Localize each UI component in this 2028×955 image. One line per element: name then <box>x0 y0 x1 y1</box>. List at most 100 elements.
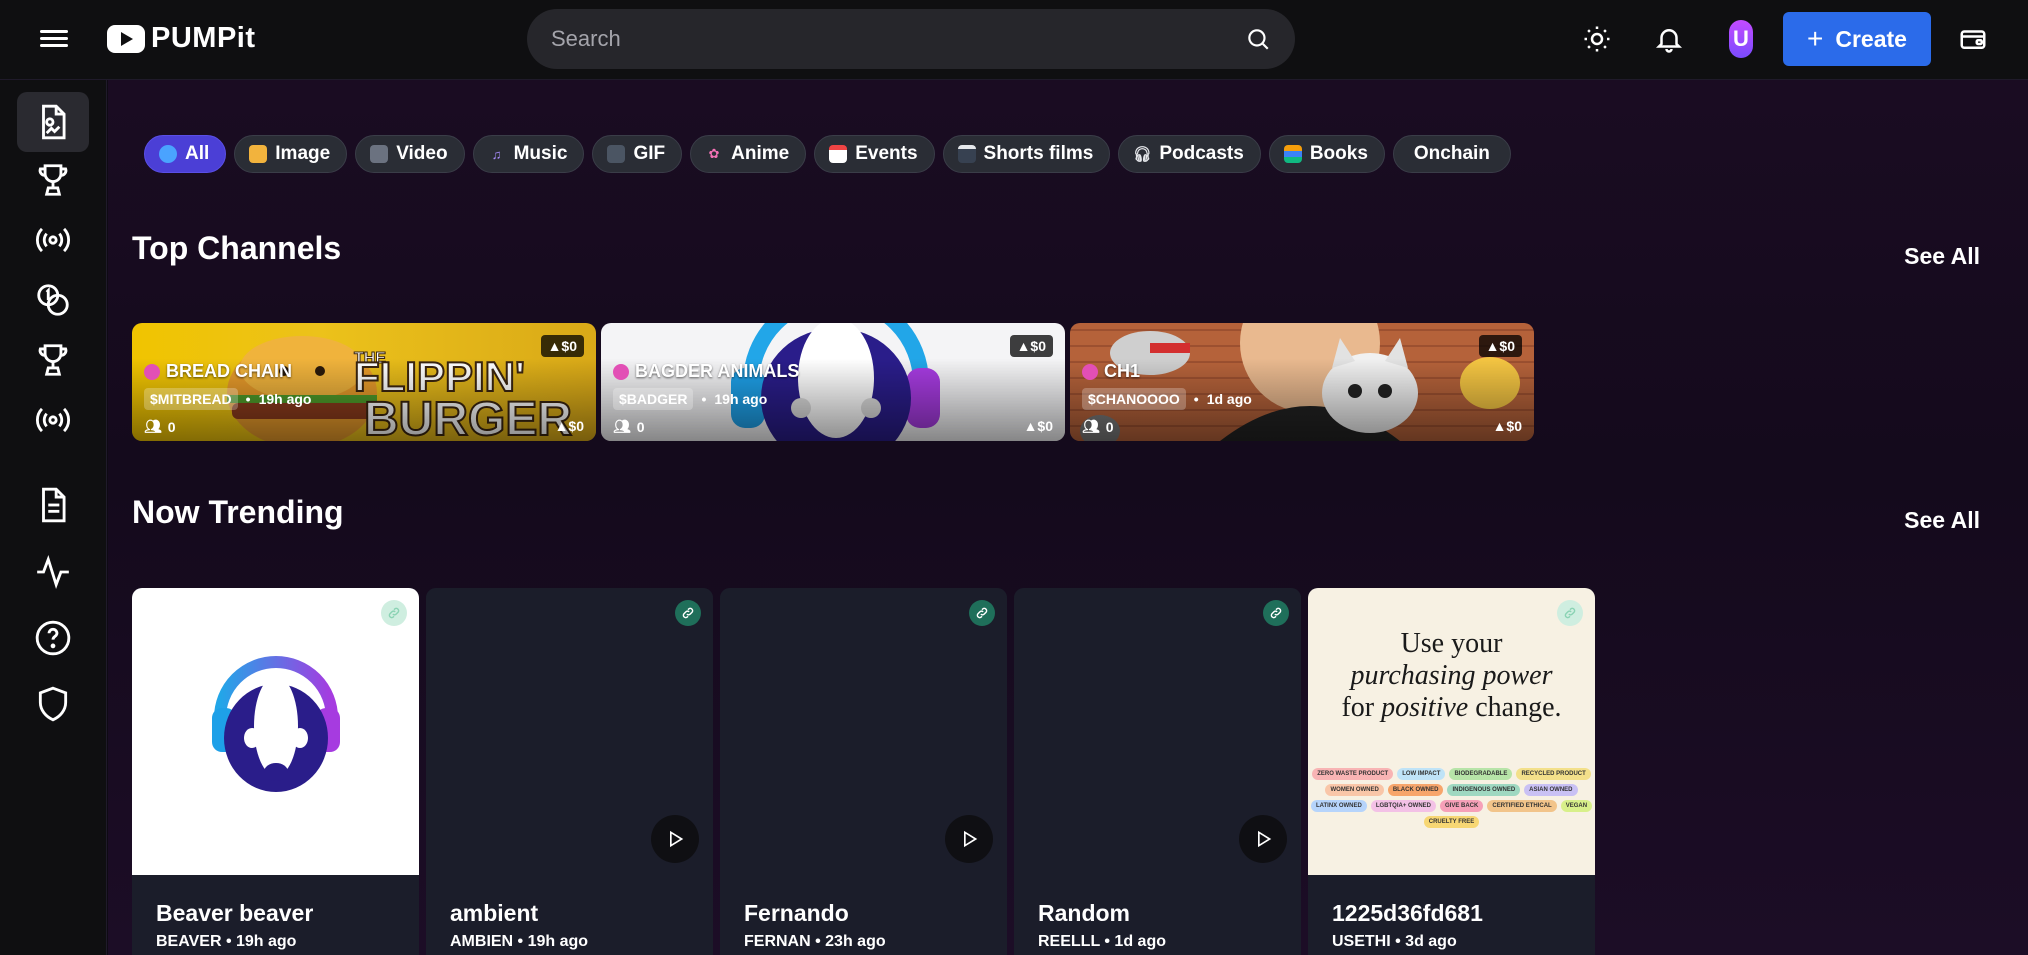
chip-label: Music <box>513 143 568 164</box>
channel-price-badge: ▲$0 <box>1009 335 1053 357</box>
channel-name-text: CH1 <box>1104 361 1141 381</box>
poster-tag: RECYCLED PRODUCT <box>1516 768 1591 780</box>
sidebar-item-docs[interactable] <box>17 475 89 535</box>
link-icon[interactable] <box>1263 600 1289 626</box>
dot-separator: • <box>701 391 707 407</box>
top-channels-see-all[interactable]: See All <box>1904 243 1980 270</box>
sidebar-item-content[interactable] <box>17 92 89 152</box>
filter-chip-all[interactable]: All <box>144 135 227 173</box>
poster-tag: ASIAN OWNED <box>1524 784 1578 796</box>
top-channels-title: Top Channels <box>132 230 342 266</box>
search-icon[interactable] <box>1245 26 1271 52</box>
category-filters: All Image Video ♫ Music GIF ✿ Anime Even… <box>144 135 1511 173</box>
filter-chip-image[interactable]: Image <box>234 135 348 173</box>
chip-label: Anime <box>731 143 790 164</box>
trending-title: ambient <box>450 900 539 926</box>
activity-icon <box>37 554 69 590</box>
filter-chip-video[interactable]: Video <box>355 135 465 173</box>
content-file-icon <box>42 104 66 140</box>
link-icon[interactable] <box>969 600 995 626</box>
filter-chip-onchain[interactable]: Onchain <box>1392 135 1511 173</box>
sidebar-item-live[interactable] <box>17 210 89 270</box>
channel-meta: $MITBREAD • 19h ago <box>144 388 311 410</box>
trophy-icon <box>38 344 68 376</box>
logo[interactable]: PUMPit <box>107 22 256 55</box>
plus-icon: + <box>1807 23 1824 54</box>
sidebar-item-trophy-2[interactable] <box>17 330 89 390</box>
channel-name: BAGDER ANIMALS <box>613 361 799 382</box>
filter-chip-anime[interactable]: ✿ Anime <box>690 135 807 173</box>
poster-line-3: for positive change. <box>1341 692 1562 723</box>
chip-label: Podcasts <box>1159 143 1244 164</box>
filter-chip-gif[interactable]: GIF <box>592 135 683 173</box>
sidebar-item-security[interactable] <box>17 674 89 734</box>
document-icon <box>42 487 66 523</box>
wallet-icon[interactable] <box>1958 24 1988 54</box>
trending-card[interactable]: Beaver beaver BEAVER • 19h ago <box>132 588 419 955</box>
chip-label: Onchain <box>1413 143 1490 164</box>
poster-tags: ZERO WASTE PRODUCT LOW IMPACT BIODEGRADABL… <box>1308 768 1595 828</box>
channel-member-count: 0 <box>167 418 176 435</box>
calendar-icon <box>829 145 848 163</box>
trending-card[interactable]: Fernando FERNAN • 23h ago <box>720 588 1007 955</box>
poster-tag: LGBTQIA+ OWNED <box>1370 800 1437 812</box>
channel-age: 1d ago <box>1206 391 1252 407</box>
channel-card[interactable]: ▲$0 CH1 $CHANOOOO • 1d ago 👥︎ 0 ▲$0 <box>1070 323 1534 441</box>
channel-meta: $CHANOOOO • 1d ago <box>1082 388 1252 410</box>
trending-card[interactable]: Random REELLL • 1d ago <box>1014 588 1301 955</box>
sidebar-item-help[interactable] <box>17 608 89 668</box>
channel-ticker: $MITBREAD <box>144 388 238 410</box>
trending-meta: BEAVER • 19h ago <box>156 933 297 950</box>
clapper-icon <box>957 145 976 163</box>
channel-meta: $BADGER • 19h ago <box>613 388 767 410</box>
trending-card[interactable]: ambient AMBIEN • 19h ago <box>426 588 713 955</box>
filter-chip-podcasts[interactable]: 🎧︎ Podcasts <box>1118 135 1261 173</box>
sidebar-item-coins[interactable] <box>17 270 89 330</box>
channel-age: 19h ago <box>258 391 312 407</box>
trending-title: Beaver beaver <box>156 900 314 926</box>
books-icon <box>1283 145 1302 163</box>
menu-icon[interactable] <box>40 26 68 52</box>
channel-price: ▲$0 <box>554 418 584 434</box>
channel-members: 👥︎ 0 <box>1082 418 1114 435</box>
theme-sun-icon[interactable] <box>1582 24 1612 54</box>
sidebar-item-live-2[interactable] <box>17 390 89 450</box>
bell-icon[interactable] <box>1654 24 1684 54</box>
now-trending-see-all[interactable]: See All <box>1904 507 1980 534</box>
filter-chip-shorts[interactable]: Shorts films <box>942 135 1111 173</box>
poster-line-2: purchasing power <box>1350 660 1553 691</box>
image-icon <box>249 145 268 163</box>
channel-card[interactable]: ▲$0 BAGDER ANIMALS $BADGER • 19h ago 👥︎ 0 ▲… <box>601 323 1065 441</box>
sidebar-item-trophy[interactable] <box>17 150 89 210</box>
coins-icon <box>37 284 69 316</box>
filter-chip-books[interactable]: Books <box>1268 135 1385 173</box>
badger-logo-thumbnail <box>132 588 419 875</box>
play-icon[interactable] <box>945 815 993 863</box>
link-icon[interactable] <box>381 600 407 626</box>
channel-price-badge: ▲$0 <box>540 335 584 357</box>
link-icon[interactable] <box>675 600 701 626</box>
sidebar-item-activity[interactable] <box>17 542 89 602</box>
create-label: Create <box>1835 25 1907 52</box>
link-icon[interactable] <box>1557 600 1583 626</box>
users-icon: 👥︎ <box>1082 418 1100 434</box>
poster-tag: INDIGENOUS OWNED <box>1447 784 1521 796</box>
create-button[interactable]: + Create <box>1783 12 1931 66</box>
avatar[interactable]: U <box>1729 20 1753 58</box>
channel-members: 👥︎ 0 <box>613 418 645 435</box>
channel-ticker: $BADGER <box>613 388 694 410</box>
play-icon[interactable] <box>651 815 699 863</box>
now-trending-row: Beaver beaver BEAVER • 19h ago ambient A… <box>132 588 1595 955</box>
filter-chip-events[interactable]: Events <box>814 135 935 173</box>
chip-label: All <box>185 143 210 164</box>
trending-meta: AMBIEN • 19h ago <box>450 933 589 950</box>
play-icon[interactable] <box>1239 815 1287 863</box>
search-input[interactable] <box>551 26 1245 52</box>
channel-card[interactable]: THE FLIPPIN' BURGER ▲$0 BREAD CHAIN $MIT… <box>132 323 596 441</box>
channel-ticker: $CHANOOOO <box>1082 388 1186 410</box>
filter-chip-music[interactable]: ♫ Music <box>472 135 585 173</box>
trending-meta: FERNAN • 23h ago <box>744 933 886 950</box>
broadcast-icon <box>35 407 71 433</box>
trending-card[interactable]: Use your purchasing power for positive c… <box>1308 588 1595 955</box>
top-channels-row: THE FLIPPIN' BURGER ▲$0 BREAD CHAIN $MIT… <box>132 323 1534 441</box>
